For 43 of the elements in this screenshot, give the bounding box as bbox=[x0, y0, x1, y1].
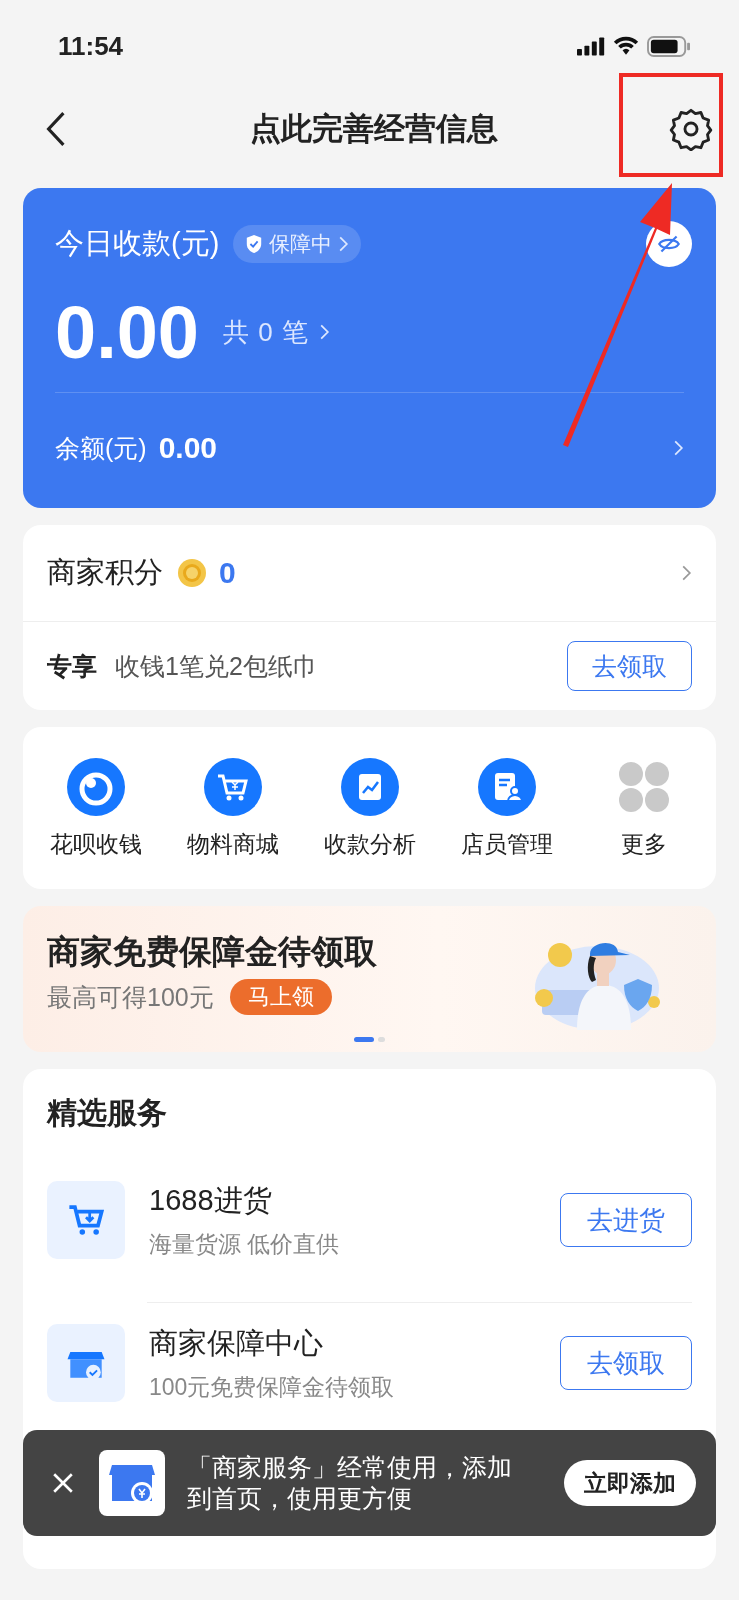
shield-icon bbox=[245, 234, 264, 254]
battery-icon bbox=[647, 35, 691, 57]
promo-text: 收钱1笔兑2包纸巾 bbox=[115, 650, 318, 682]
banner-subtitle: 最高可得100元 bbox=[47, 981, 214, 1013]
service-subtitle: 100元免费保障金待领取 bbox=[149, 1372, 396, 1402]
shortcut-button[interactable]: 物料商城 bbox=[167, 756, 298, 860]
banner-title: 商家免费保障金待领取 bbox=[47, 932, 378, 972]
section-title: 精选服务 bbox=[47, 1095, 168, 1131]
page-title: 点此完善经营信息 bbox=[249, 110, 498, 148]
service-button[interactable]: 去进货 bbox=[560, 1193, 692, 1247]
points-value: 0 bbox=[219, 556, 236, 590]
shortcut-button[interactable]: 花呗收钱 bbox=[30, 756, 161, 860]
settings-icon bbox=[669, 107, 713, 151]
signal-icon bbox=[577, 36, 605, 56]
add-now-button[interactable]: 立即添加 bbox=[564, 1460, 696, 1506]
balance-value: 0.00 bbox=[158, 431, 218, 465]
chart-icon bbox=[339, 756, 400, 817]
chevron-icon bbox=[338, 235, 350, 253]
service-title: 1688进货 bbox=[149, 1182, 273, 1218]
promo-tag: 专享 bbox=[47, 649, 97, 683]
summary-title: 今日收款(元) bbox=[55, 226, 220, 261]
close-icon bbox=[52, 1472, 74, 1494]
person-card-icon bbox=[476, 756, 537, 817]
toast-message: 「商家服务」经常使用，添加到首页，使用更方便 bbox=[187, 1452, 513, 1514]
service-title: 商家保障中心 bbox=[149, 1325, 324, 1361]
chevron-icon bbox=[673, 439, 684, 457]
wifi-icon bbox=[613, 36, 639, 56]
status-time: 11:54 bbox=[58, 30, 124, 62]
cart-icon bbox=[202, 756, 263, 817]
shortcut-button[interactable]: 收款分析 bbox=[304, 756, 435, 860]
service-subtitle: 海量货源 低价直供 bbox=[149, 1229, 341, 1259]
service-button[interactable]: 去领取 bbox=[560, 1336, 692, 1390]
shortcut-button[interactable]: 店员管理 bbox=[441, 756, 572, 860]
amount-value: 0.00 bbox=[55, 289, 200, 375]
chevron-icon bbox=[681, 564, 692, 582]
chevron-icon bbox=[318, 323, 330, 341]
wallet-icon bbox=[65, 756, 126, 817]
back-icon bbox=[45, 111, 67, 147]
shortcut-button[interactable]: 更多 bbox=[578, 756, 709, 860]
points-label: 商家积分 bbox=[47, 555, 163, 590]
claim-button[interactable]: 去领取 bbox=[567, 641, 692, 691]
balance-label: 余额(元) bbox=[55, 432, 147, 464]
coin-icon bbox=[177, 558, 207, 588]
